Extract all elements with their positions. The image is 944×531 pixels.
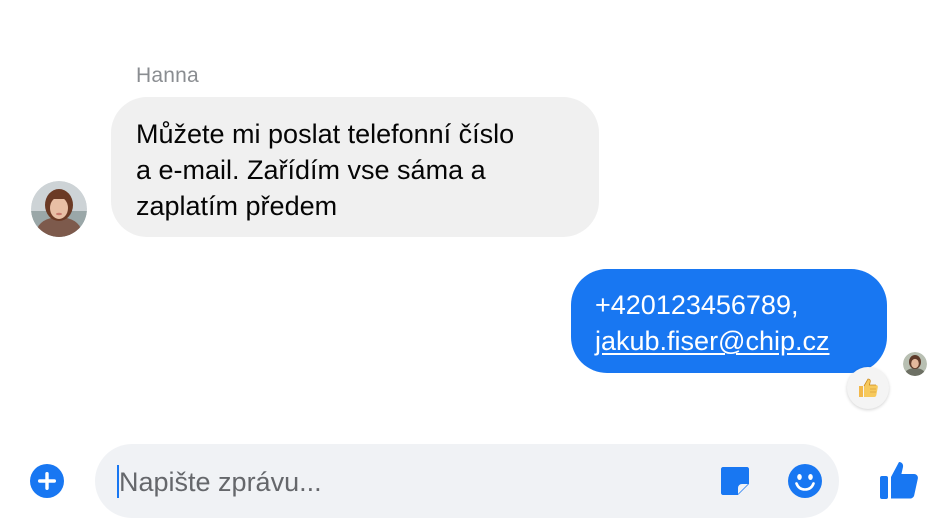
avatar[interactable] xyxy=(31,181,87,237)
sticker-button[interactable] xyxy=(718,464,752,498)
thumbs-up-emoji-icon xyxy=(859,378,878,397)
outgoing-message-bubble[interactable]: +420123456789, jakub.fiser@chip.cz xyxy=(571,269,887,373)
message-line: zaplatím předem xyxy=(136,191,338,221)
plus-circle-icon xyxy=(30,464,64,498)
email-link[interactable]: jakub.fiser@chip.cz xyxy=(595,323,887,359)
emoji-button[interactable] xyxy=(787,463,823,499)
chat-window: Hanna Můžete mi poslat telefonní číslo a… xyxy=(0,0,944,531)
incoming-message-bubble[interactable]: Můžete mi poslat telefonní číslo a e-mai… xyxy=(111,97,599,237)
reaction-badge[interactable] xyxy=(847,367,889,409)
seen-avatar xyxy=(903,352,927,376)
message-input[interactable]: Napište zprávu... xyxy=(119,466,322,498)
phone-number-text: +420123456789, xyxy=(595,290,799,320)
message-line: Můžete mi poslat telefonní číslo xyxy=(136,119,515,149)
smiley-icon xyxy=(788,464,822,498)
sender-name: Hanna xyxy=(136,64,199,87)
thumbs-up-icon xyxy=(880,462,918,499)
message-composer[interactable]: Napište zprávu... xyxy=(95,444,839,518)
sticker-icon xyxy=(721,467,749,495)
seen-avatar-photo xyxy=(903,352,927,376)
add-button[interactable] xyxy=(29,463,65,499)
avatar-photo xyxy=(31,181,87,237)
message-line: a e-mail. Zařídím vse sáma a xyxy=(136,155,486,185)
like-button[interactable] xyxy=(879,459,919,501)
